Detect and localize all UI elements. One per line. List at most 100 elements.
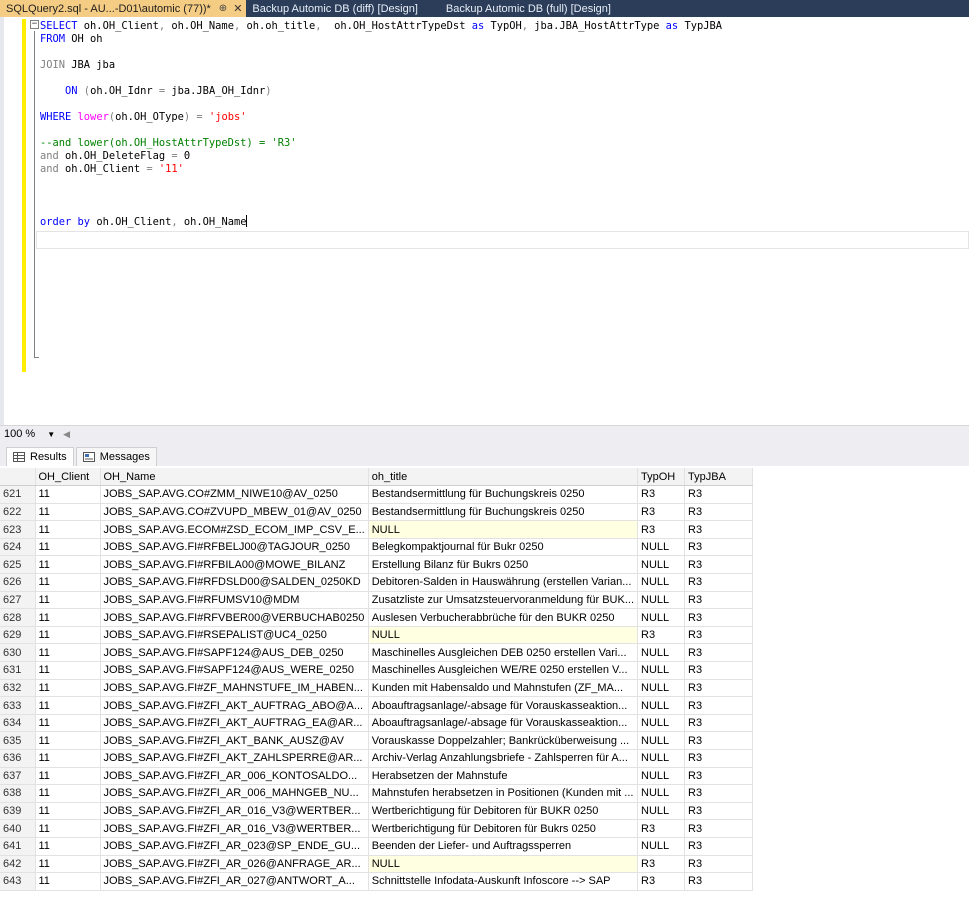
code-line[interactable] [40, 46, 722, 59]
table-cell[interactable]: R3 [684, 573, 753, 592]
table-row[interactable]: 629 11 JOBS_SAP.AVG.FI#RSEPALIST@UC4_0250 N… [0, 626, 753, 645]
table-cell[interactable]: R3 [684, 767, 753, 786]
table-cell[interactable]: R3 [637, 626, 685, 645]
table-cell[interactable]: R3 [684, 591, 753, 610]
table-row[interactable]: 627 11 JOBS_SAP.AVG.FI#RFUMSV10@MDM Zusatzl… [0, 591, 753, 610]
table-cell[interactable]: R3 [684, 608, 753, 627]
tab-backup-full[interactable]: Backup Automic DB (full) [Design] [440, 0, 633, 17]
table-row[interactable]: 640 11 JOBS_SAP.AVG.FI#ZFI_AR_016_V3@WERTB… [0, 819, 753, 838]
table-cell[interactable]: 11 [35, 872, 101, 891]
table-cell[interactable]: R3 [684, 503, 753, 522]
table-cell[interactable]: 11 [35, 555, 101, 575]
table-cell[interactable]: R3 [684, 485, 753, 504]
table-cell[interactable]: Vorauskasse Doppelzahler; Bankrücküberwe… [368, 731, 639, 750]
code-line[interactable]: and oh.OH_Client = '11' [40, 163, 722, 176]
table-cell[interactable]: JOBS_SAP.AVG.FI#ZFI_AR_027@ANTWORT_A... [100, 872, 369, 891]
table-cell[interactable]: Erstellung Bilanz für Bukrs 0250 [368, 555, 639, 575]
table-cell[interactable]: Debitoren-Salden in Hauswährung (erstell… [368, 573, 639, 592]
table-cell[interactable]: Herabsetzen der Mahnstufe [368, 767, 639, 786]
table-cell[interactable]: NULL [637, 767, 685, 786]
collapse-icon[interactable]: − [30, 20, 39, 29]
table-cell[interactable]: 11 [35, 503, 101, 522]
table-cell[interactable]: R3 [684, 714, 753, 733]
table-cell[interactable]: JOBS_SAP.AVG.FI#ZFI_AR_006_MAHNGEB_NU... [100, 784, 369, 803]
table-row[interactable]: 628 11 JOBS_SAP.AVG.FI#RFVBER00@VERBUCHAB0… [0, 608, 753, 627]
table-cell[interactable]: 11 [35, 573, 101, 592]
table-cell[interactable]: 11 [35, 696, 101, 715]
table-cell[interactable]: R3 [684, 643, 753, 663]
table-cell[interactable]: JOBS_SAP.AVG.FI#ZFI_AKT_AUFTRAG_EA@AR... [100, 714, 369, 733]
table-cell[interactable]: 11 [35, 679, 101, 698]
results-grid[interactable]: OH_Client OH_Name oh_title TypOH TypJBA 621 1… [0, 468, 969, 900]
row-number-cell[interactable]: 624 [0, 538, 36, 557]
table-cell[interactable]: 11 [35, 591, 101, 610]
code-line[interactable]: JOIN JBA jba [40, 59, 722, 72]
table-row[interactable]: 631 11 JOBS_SAP.AVG.FI#SAPF124@AUS_WERE_02… [0, 661, 753, 680]
table-cell[interactable]: NULL [368, 855, 639, 874]
table-cell[interactable]: JOBS_SAP.AVG.FI#RFUMSV10@MDM [100, 591, 369, 610]
column-header[interactable]: oh_title [368, 468, 639, 487]
table-cell[interactable]: Wertberichtigung für Debitoren für Bukrs… [368, 819, 639, 838]
table-cell[interactable]: JOBS_SAP.AVG.FI#ZFI_AR_026@ANFRAGE_AR... [100, 855, 369, 874]
table-row[interactable]: 639 11 JOBS_SAP.AVG.FI#ZFI_AR_016_V3@WERTB… [0, 802, 753, 821]
tab-results[interactable]: Results [6, 447, 74, 466]
row-number-cell[interactable]: 643 [0, 872, 36, 891]
table-cell[interactable]: 11 [35, 767, 101, 786]
table-cell[interactable]: NULL [637, 555, 685, 575]
table-cell[interactable]: R3 [684, 837, 753, 856]
code-line[interactable]: FROM OH oh [40, 33, 722, 46]
table-row[interactable]: 622 11 JOBS_SAP.AVG.CO#ZVUPD_MBEW_01@AV_02… [0, 503, 753, 522]
table-cell[interactable]: R3 [637, 503, 685, 522]
table-cell[interactable]: NULL [637, 837, 685, 856]
table-cell[interactable]: 11 [35, 714, 101, 733]
table-row[interactable]: 623 11 JOBS_SAP.AVG.ECOM#ZSD_ECOM_IMP_CSV_… [0, 520, 753, 539]
table-cell[interactable]: 11 [35, 626, 101, 645]
table-row[interactable]: 630 11 JOBS_SAP.AVG.FI#SAPF124@AUS_DEB_025… [0, 643, 753, 663]
row-number-cell[interactable]: 632 [0, 679, 36, 698]
table-cell[interactable]: Mahnstufen herabsetzen in Positionen (Ku… [368, 784, 639, 803]
table-cell[interactable]: JOBS_SAP.AVG.FI#SAPF124@AUS_DEB_0250 [100, 643, 369, 663]
table-cell[interactable]: JOBS_SAP.AVG.FI#ZF_MAHNSTUFE_IM_HABEN... [100, 679, 369, 698]
table-cell[interactable]: 11 [35, 731, 101, 750]
table-cell[interactable]: JOBS_SAP.AVG.FI#ZFI_AKT_ZAHLSPERRE@AR... [100, 749, 369, 768]
tab-sqlquery2[interactable]: SQLQuery2.sql - AU...-D01\automic (77))*… [0, 0, 247, 17]
table-cell[interactable]: NULL [637, 696, 685, 715]
row-number-cell[interactable]: 641 [0, 837, 36, 856]
table-cell[interactable]: JOBS_SAP.AVG.FI#RSEPALIST@UC4_0250 [100, 626, 369, 645]
row-number-cell[interactable]: 621 [0, 485, 36, 504]
table-row[interactable]: 625 11 JOBS_SAP.AVG.FI#RFBILA00@MOWE_BILAN… [0, 555, 753, 575]
table-cell[interactable]: 11 [35, 784, 101, 803]
table-cell[interactable]: R3 [684, 749, 753, 768]
table-cell[interactable]: NULL [368, 520, 639, 539]
table-cell[interactable]: 11 [35, 608, 101, 627]
row-number-cell[interactable]: 636 [0, 749, 36, 768]
table-cell[interactable]: JOBS_SAP.AVG.FI#ZFI_AR_016_V3@WERTBER... [100, 802, 369, 821]
table-cell[interactable]: Auslesen Verbucherabbrüche für den BUKR … [368, 608, 639, 627]
row-number-cell[interactable]: 627 [0, 591, 36, 610]
table-cell[interactable]: Schnittstelle Infodata-Auskunft Infoscor… [368, 872, 639, 891]
table-cell[interactable]: JOBS_SAP.AVG.CO#ZMM_NIWE10@AV_0250 [100, 485, 369, 504]
table-cell[interactable]: NULL [637, 573, 685, 592]
tab-backup-diff[interactable]: Backup Automic DB (diff) [Design] [246, 0, 439, 17]
column-header[interactable]: OH_Client [35, 468, 101, 487]
table-cell[interactable]: NULL [637, 538, 685, 557]
table-cell[interactable]: R3 [684, 784, 753, 803]
table-cell[interactable]: 11 [35, 643, 101, 663]
table-cell[interactable]: NULL [637, 784, 685, 803]
row-number-cell[interactable]: 625 [0, 555, 36, 575]
table-cell[interactable]: JOBS_SAP.AVG.FI#RFBELJ00@TAGJOUR_0250 [100, 538, 369, 557]
row-number-cell[interactable]: 634 [0, 714, 36, 733]
table-row[interactable]: 636 11 JOBS_SAP.AVG.FI#ZFI_AKT_ZAHLSPERRE@… [0, 749, 753, 768]
table-cell[interactable]: NULL [637, 714, 685, 733]
table-cell[interactable]: R3 [684, 626, 753, 645]
table-cell[interactable]: JOBS_SAP.AVG.ECOM#ZSD_ECOM_IMP_CSV_E... [100, 520, 369, 539]
table-cell[interactable]: Zusatzliste zur Umsatzsteuervoranmeldung… [368, 591, 639, 610]
code-line[interactable]: --and lower(oh.OH_HostAttrTypeDst) = 'R3… [40, 137, 722, 150]
table-cell[interactable]: Kunden mit Habensaldo und Mahnstufen (ZF… [368, 679, 639, 698]
row-number-cell[interactable]: 623 [0, 520, 36, 539]
row-number-cell[interactable]: 639 [0, 802, 36, 821]
code-line[interactable] [40, 189, 722, 202]
table-cell[interactable]: NULL [637, 731, 685, 750]
table-cell[interactable]: R3 [684, 661, 753, 680]
pin-icon[interactable]: ⊕ [219, 3, 227, 14]
